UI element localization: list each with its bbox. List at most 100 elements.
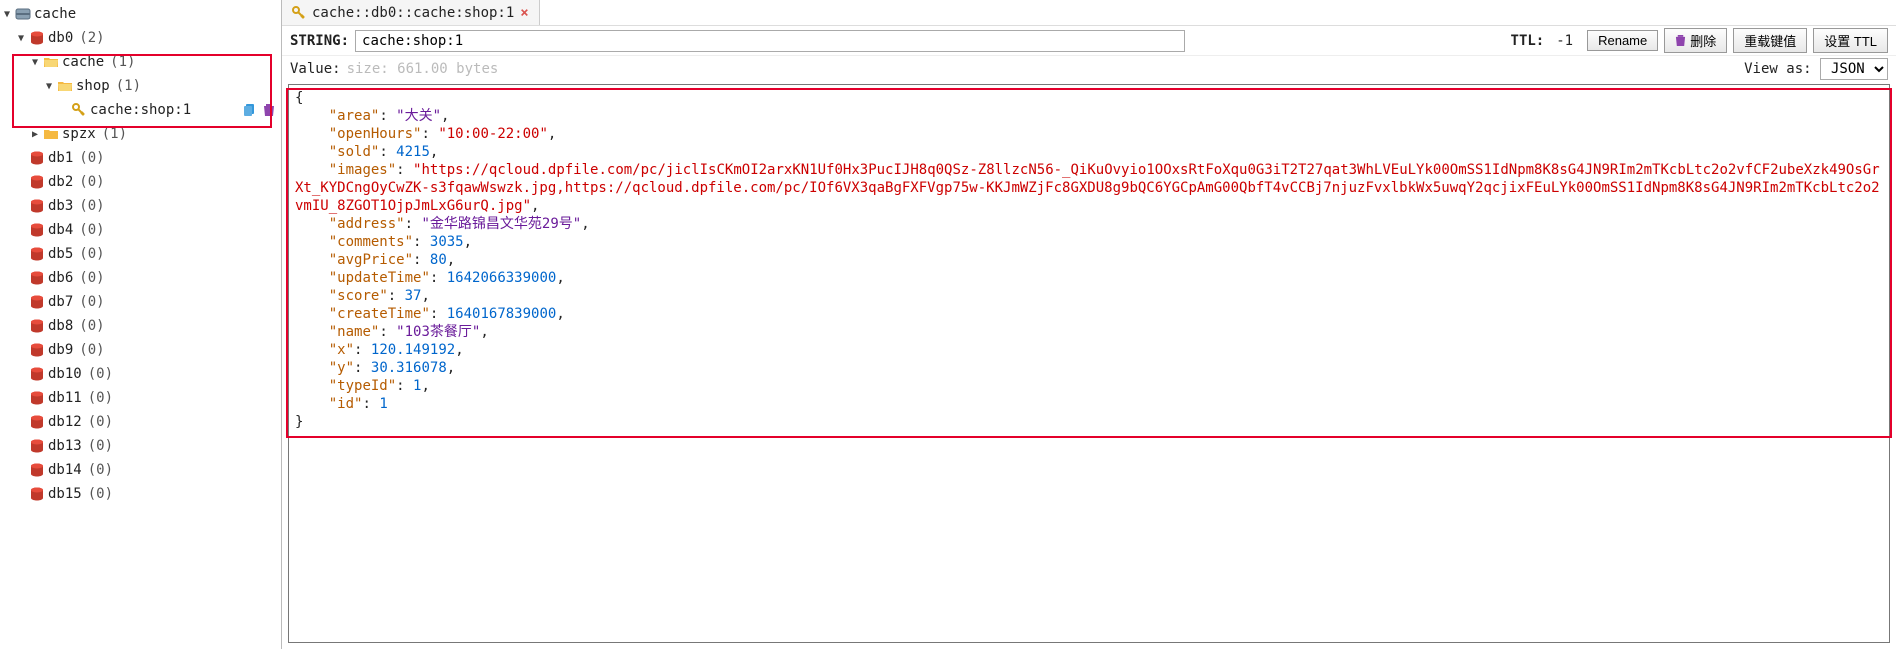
- copy-icon[interactable]: [243, 103, 257, 117]
- database-icon: [28, 174, 46, 190]
- tree-db-item[interactable]: db3(0): [0, 194, 281, 218]
- chevron-down-icon[interactable]: ▼: [28, 57, 42, 68]
- tree-db-item[interactable]: db8 (0): [0, 314, 281, 338]
- tree-db-label: db4: [48, 222, 73, 238]
- tree-db-label: db15: [48, 486, 82, 502]
- tree-db-item[interactable]: db12 (0): [0, 410, 281, 434]
- tree-folder-spzx[interactable]: ▶ spzx (1): [0, 122, 281, 146]
- tree-db-item[interactable]: db5 (0): [0, 242, 281, 266]
- tree-db-item[interactable]: db11(0): [0, 386, 281, 410]
- database-icon: [28, 30, 46, 46]
- key-icon: [292, 6, 306, 20]
- type-label: STRING:: [290, 33, 349, 49]
- close-icon[interactable]: ×: [520, 5, 528, 21]
- tree-db-item[interactable]: db15 (0): [0, 482, 281, 506]
- tree-db-label: db10: [48, 366, 82, 382]
- ttl-value: -1: [1556, 33, 1573, 49]
- tree-db-label: db12: [48, 414, 82, 430]
- database-icon: [28, 390, 46, 406]
- chevron-down-icon[interactable]: ▼: [0, 9, 14, 20]
- tree-db-count: (0): [79, 294, 104, 310]
- folder-icon: [42, 126, 60, 142]
- tab-bar: cache::db0::cache:shop:1 ×: [282, 0, 1896, 26]
- tree-key-item[interactable]: cache:shop:1: [0, 98, 281, 122]
- tree-db-label: db11: [48, 390, 82, 406]
- folder-open-icon: [56, 78, 74, 94]
- tree-db-count: (0): [79, 174, 104, 190]
- tab-active[interactable]: cache::db0::cache:shop:1 ×: [282, 0, 540, 25]
- tree-folder-shop[interactable]: ▼ shop (1): [0, 74, 281, 98]
- chevron-down-icon[interactable]: ▼: [14, 33, 28, 44]
- ttl-label: TTL:: [1511, 33, 1545, 49]
- tree-db-count: (0): [79, 222, 104, 238]
- value-meta-bar: Value: size: 661.00 bytes View as: JSON: [282, 56, 1896, 82]
- tree-db-count: (0): [88, 462, 113, 478]
- tree-db-label: db5: [48, 246, 73, 262]
- database-icon: [28, 414, 46, 430]
- value-size: size: 661.00 bytes: [347, 61, 499, 77]
- database-icon: [28, 342, 46, 358]
- database-icon: [28, 270, 46, 286]
- key-icon: [70, 102, 88, 118]
- tree-folder-spzx-count: (1): [102, 126, 127, 142]
- value-textarea[interactable]: { "area": "大关", "openHours": "10:00-22:0…: [288, 84, 1890, 643]
- database-icon: [28, 366, 46, 382]
- tree-db-count: (0): [79, 198, 104, 214]
- tree-db-item[interactable]: db14(0): [0, 458, 281, 482]
- key-name-input[interactable]: [355, 30, 1185, 52]
- tree-db-label: db1: [48, 150, 73, 166]
- viewas-select[interactable]: JSON: [1820, 58, 1888, 80]
- reload-button[interactable]: 重载键值: [1733, 28, 1807, 53]
- database-icon: [28, 462, 46, 478]
- tree-root[interactable]: ▼ cache: [0, 2, 281, 26]
- delete-button[interactable]: 删除: [1664, 28, 1727, 53]
- tree-db0-label: db0: [48, 30, 73, 46]
- tree-db-item[interactable]: db7(0): [0, 290, 281, 314]
- database-icon: [28, 198, 46, 214]
- database-icon: [28, 246, 46, 262]
- value-label: Value:: [290, 61, 341, 77]
- trash-icon: [1675, 34, 1686, 47]
- tree-db0-count: (2): [79, 30, 104, 46]
- tree-db-count: (0): [79, 318, 104, 334]
- database-icon: [28, 150, 46, 166]
- sidebar-tree: ▼ cache ▼ db0 (2) ▼ cache (1) ▼ shop (1): [0, 0, 282, 649]
- tree-db-label: db2: [48, 174, 73, 190]
- tree-db0[interactable]: ▼ db0 (2): [0, 26, 281, 50]
- main-panel: cache::db0::cache:shop:1 × STRING: TTL: …: [282, 0, 1896, 649]
- tree-db-count: (0): [79, 342, 104, 358]
- tree-db-count: (0): [88, 414, 113, 430]
- tree-folder-spzx-label: spzx: [62, 126, 96, 142]
- tree-db-item[interactable]: db13 (0): [0, 434, 281, 458]
- tree-db-item[interactable]: db9 (0): [0, 338, 281, 362]
- tab-title: cache::db0::cache:shop:1: [312, 5, 514, 21]
- tree-db-count: (0): [88, 486, 113, 502]
- rename-button[interactable]: Rename: [1587, 30, 1658, 51]
- database-icon: [28, 294, 46, 310]
- tree-key-label: cache:shop:1: [90, 102, 191, 118]
- folder-open-icon: [42, 54, 60, 70]
- chevron-down-icon[interactable]: ▼: [42, 81, 56, 92]
- tree-db-count: (0): [88, 438, 113, 454]
- database-icon: [28, 318, 46, 334]
- server-icon: [14, 6, 32, 22]
- tree-db-item[interactable]: db6(0): [0, 266, 281, 290]
- set-ttl-button[interactable]: 设置 TTL: [1813, 28, 1888, 53]
- tree-db-item[interactable]: db4 (0): [0, 218, 281, 242]
- chevron-right-icon[interactable]: ▶: [28, 129, 42, 140]
- tree-folder-cache[interactable]: ▼ cache (1): [0, 50, 281, 74]
- tree-db-count: (0): [88, 366, 113, 382]
- database-icon: [28, 222, 46, 238]
- tree-db-label: db13: [48, 438, 82, 454]
- tree-folder-cache-label: cache: [62, 54, 104, 70]
- tree-db-label: db6: [48, 270, 73, 286]
- tree-root-label: cache: [34, 6, 76, 22]
- tree-db-label: db9: [48, 342, 73, 358]
- database-icon: [28, 486, 46, 502]
- tree-db-item[interactable]: db1(0): [0, 146, 281, 170]
- tree-db-label: db8: [48, 318, 73, 334]
- delete-key-icon[interactable]: [263, 103, 277, 117]
- tree-db-count: (0): [79, 246, 104, 262]
- tree-db-item[interactable]: db2 (0): [0, 170, 281, 194]
- tree-db-item[interactable]: db10 (0): [0, 362, 281, 386]
